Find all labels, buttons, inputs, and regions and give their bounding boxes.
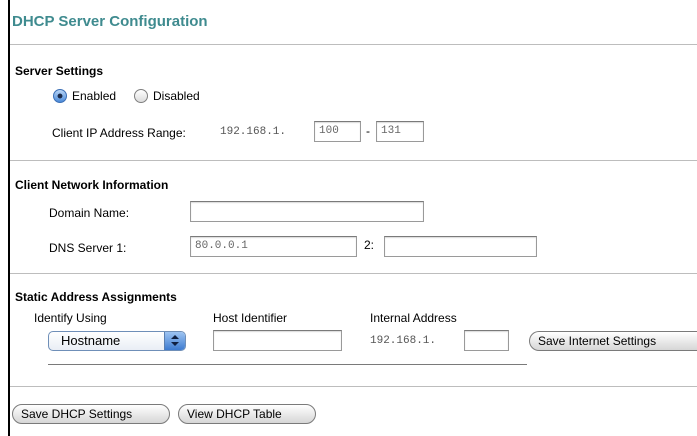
divider [10, 386, 697, 387]
dns-server-2-input[interactable] [384, 236, 537, 257]
enabled-radio[interactable] [53, 89, 67, 103]
internal-address-prefix: 192.168.1. [370, 335, 437, 347]
select-arrows-icon [164, 332, 185, 350]
save-internet-settings-button[interactable]: Save Internet Settings [529, 331, 697, 351]
host-identifier-label: Host Identifier [213, 311, 288, 325]
enabled-label: Enabled [72, 89, 117, 103]
dns-server-2-label: 2: [364, 238, 375, 252]
internal-address-label: Internal Address [370, 311, 457, 325]
static-assignments-heading: Static Address Assignments [15, 290, 177, 304]
view-dhcp-table-button[interactable]: View DHCP Table [178, 404, 316, 424]
identify-using-select[interactable]: Hostname [48, 331, 186, 351]
domain-name-label: Domain Name: [49, 206, 130, 220]
page-title: DHCP Server Configuration [12, 13, 208, 30]
divider [10, 273, 697, 274]
divider [48, 364, 527, 365]
ip-range-end-input[interactable]: 131 [376, 121, 424, 142]
ip-range-dash: - [366, 124, 370, 138]
ip-range-label: Client IP Address Range: [52, 126, 186, 140]
ip-range-start-input[interactable]: 100 [314, 121, 361, 142]
save-dhcp-settings-button[interactable]: Save DHCP Settings [12, 404, 170, 424]
client-network-heading: Client Network Information [15, 178, 169, 192]
domain-name-input[interactable] [190, 201, 424, 222]
dns-server-1-input[interactable]: 80.0.0.1 [190, 236, 357, 257]
identify-using-value: Hostname [61, 333, 121, 348]
identify-using-label: Identify Using [34, 311, 107, 325]
host-identifier-input[interactable] [213, 330, 342, 351]
dns-server-1-label: DNS Server 1: [49, 241, 127, 255]
internal-address-input[interactable] [464, 330, 509, 351]
divider [10, 160, 697, 161]
disabled-label: Disabled [153, 89, 200, 103]
disabled-radio[interactable] [134, 89, 148, 103]
divider [10, 44, 697, 45]
ip-range-prefix: 192.168.1. [220, 126, 287, 138]
server-settings-heading: Server Settings [15, 64, 104, 78]
